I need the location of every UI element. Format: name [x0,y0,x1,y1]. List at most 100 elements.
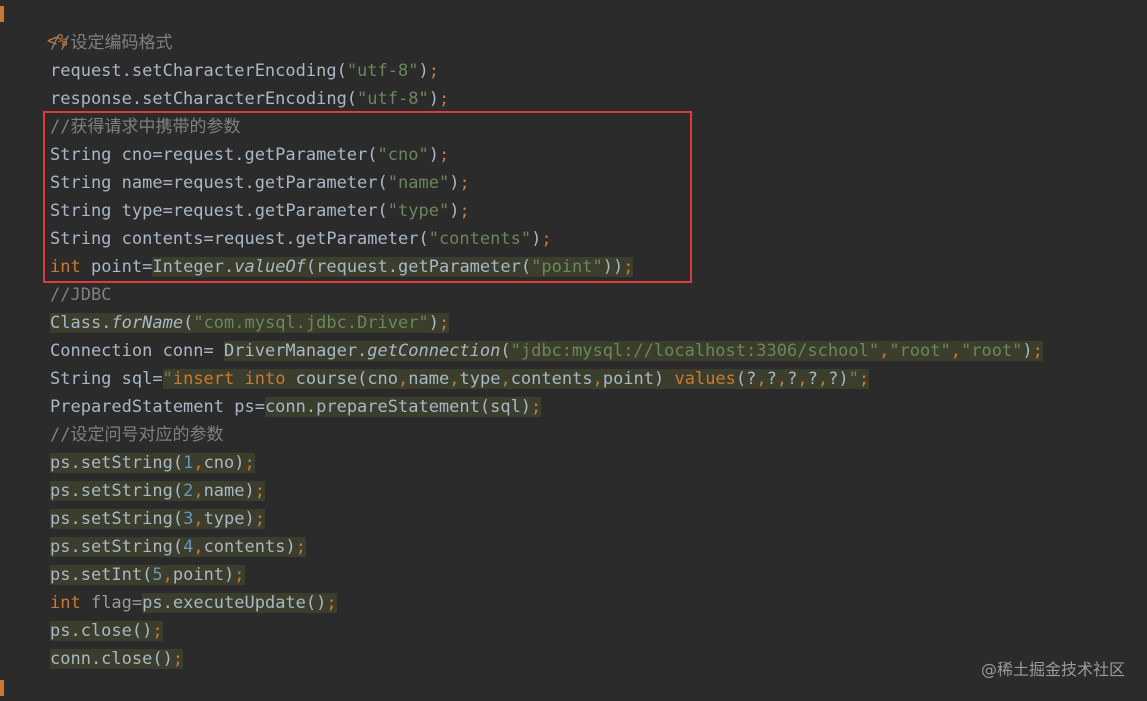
code-token: ?) [828,369,849,389]
code-token: , [193,453,204,473]
code-token: type [459,369,501,389]
code-token: , [776,369,788,389]
code-token: 2 [183,481,194,501]
code-token: "jdbc:mysql://localhost:3306/school" [510,341,880,361]
code-token: request.setCharacterEncoding( [50,61,347,81]
code-token: ps.setString( [50,453,184,473]
token-highlight: conn.close(); [50,649,184,669]
token-highlight: ps.setString(2,name); [50,481,265,501]
gutter-marker-icon [0,680,4,696]
code-token: ; [254,481,265,501]
code-token: ( [500,341,511,361]
code-line[interactable]: //设定编码格式 [0,30,172,56]
token-highlight: ps.close(); [50,621,163,641]
code-token: forName [111,313,184,333]
code-token: ) [418,61,429,81]
code-token: DriverManager. [224,341,368,361]
gutter-marker-icon [0,6,4,22]
code-token: ; [152,621,163,641]
code-token: ? [807,369,818,389]
code-token: , [879,341,890,361]
code-token: ; [326,593,337,613]
code-token: ps.setString( [50,481,184,501]
code-token: type) [203,509,255,529]
code-token: //设定问号对应的参数 [50,425,224,445]
code-token: ps.setString( [50,509,184,529]
token-highlight: ps.setString(4,contents); [50,537,306,557]
code-token: " [162,369,173,389]
code-line[interactable]: request.setCharacterEncoding("utf-8"); [0,58,439,84]
code-token: //设定编码格式 [50,33,173,53]
code-token: ; [172,649,184,669]
code-line[interactable]: response.setCharacterEncoding("utf-8"); [0,86,449,112]
code-token: point) [602,369,675,389]
code-token: Class. [50,313,112,333]
code-token: ps.setInt( [50,565,153,585]
code-token: , [592,369,603,389]
jsp-open-tag: <% [6,2,67,51]
code-token: ; [1032,341,1043,361]
code-editor[interactable]: <% //设定编码格式 request.setCharacterEncoding(… [0,0,1147,701]
code-token: " [848,369,859,389]
code-token: "utf-8" [357,89,429,109]
code-token: //JDBC [50,285,112,305]
code-token: course(cno [295,369,399,389]
token-highlight: ps.setString(1,cno); [50,453,255,473]
token-highlight: Class.forName("com.mysql.jdbc.Driver"); [50,313,450,333]
code-line[interactable]: ps.setString(4,contents); [0,534,306,560]
code-token: , [449,369,460,389]
code-token: int [50,593,91,613]
code-token: 1 [183,453,194,473]
token-highlight: DriverManager.getConnection("jdbc:mysql:… [224,341,1043,361]
code-line[interactable]: ps.setString(1,cno); [0,450,255,476]
code-token: , [500,369,511,389]
code-token: ps.setString( [50,537,184,557]
code-token: PreparedStatement ps= [50,397,265,417]
code-line[interactable]: //设定问号对应的参数 [0,422,223,448]
code-line[interactable]: ps.setInt(5,point); [0,562,245,588]
code-line[interactable]: Class.forName("com.mysql.jdbc.Driver"); [0,310,450,336]
code-line[interactable]: int flag=ps.executeUpdate(); [0,590,337,616]
code-line[interactable]: ps.close(); [0,618,163,644]
code-token: cno) [203,453,245,473]
code-line[interactable]: ps.setString(3,type); [0,506,265,532]
code-token: 5 [152,565,163,585]
code-token: "root" [889,341,951,361]
code-token: ; [428,61,439,81]
code-line[interactable]: ps.setString(2,name); [0,478,265,504]
code-token: ; [438,313,450,333]
code-token: name) [203,481,255,501]
code-token: conn.close() [50,649,173,669]
code-token: ps.executeUpdate() [142,593,327,613]
token-highlight: ps.setInt(5,point); [50,565,245,585]
code-token: , [398,369,409,389]
code-token: response.setCharacterEncoding( [50,89,358,109]
jsp-close-tag: %> [6,676,67,701]
code-token: "utf-8" [346,61,419,81]
code-line[interactable]: conn.close(); [0,646,184,672]
code-token: ; [244,453,255,473]
code-token: , [950,341,961,361]
code-line[interactable]: PreparedStatement ps=conn.prepareStateme… [0,394,542,420]
code-token: insert into [172,369,296,389]
token-highlight: ps.setString(3,type); [50,509,265,529]
code-token: ps.close() [50,621,153,641]
code-token: contents) [203,537,296,557]
code-line[interactable]: String sql="insert into course(cno,name,… [0,366,870,392]
watermark: @稀土掘金技术社区 [980,660,1125,679]
code-token: flag= [90,593,143,613]
code-token: , [162,565,173,585]
token-highlight: ps.executeUpdate(); [142,593,337,613]
code-token: , [193,509,204,529]
code-line[interactable]: Connection conn= DriverManager.getConnec… [0,338,1043,364]
code-token: "root" [961,341,1023,361]
code-token: ? [766,369,777,389]
code-line[interactable]: //JDBC [0,282,111,308]
code-token: 4 [183,537,194,557]
code-token: getConnection [367,341,501,361]
code-token: , [797,369,808,389]
code-token: values [674,369,736,389]
code-token: ( [183,313,194,333]
code-token: , [756,369,767,389]
code-token: ) [428,89,439,109]
